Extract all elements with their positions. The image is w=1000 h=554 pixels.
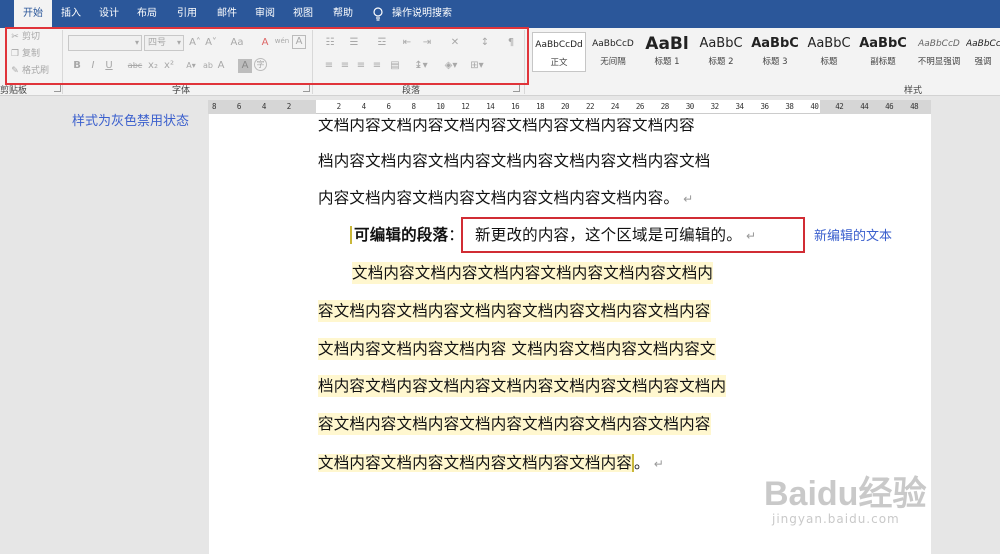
ruler-tick-label: 34 <box>735 102 745 111</box>
ruler-tick-label: 6 <box>236 102 242 111</box>
ribbon-tab-bar: 开始 插入 设计 布局 引用 邮件 审阅 视图 帮助 操作说明搜索 <box>0 0 1000 29</box>
style-subtitle[interactable]: AaBbC 副标题 <box>856 32 910 72</box>
ruler-tick-label: 38 <box>785 102 794 111</box>
ruler-tick-label: 2 <box>336 102 342 111</box>
tab-help[interactable]: 帮助 <box>328 0 358 28</box>
ruler-tick-label: 2 <box>286 102 292 111</box>
ruler-tick-label: 14 <box>486 102 495 111</box>
font-launcher[interactable] <box>303 85 310 92</box>
paragraph-mark-icon: ↵ <box>653 457 664 471</box>
ruler-tick-label: 46 <box>885 102 894 111</box>
tab-mailings[interactable]: 邮件 <box>212 0 242 28</box>
tab-review[interactable]: 审阅 <box>250 0 280 28</box>
style-emphasis[interactable]: AaBbCc 强调 <box>966 32 1000 72</box>
ruler-tick-label: 42 <box>835 102 844 111</box>
ruler-tick-label: 4 <box>361 102 367 111</box>
ruler-tick-label: 48 <box>910 102 919 111</box>
watermark-url: jingyan.baidu.com <box>772 512 900 526</box>
tab-references[interactable]: 引用 <box>172 0 202 28</box>
ruler-tick-label: 40 <box>810 102 819 111</box>
tab-insert[interactable]: 插入 <box>56 0 86 28</box>
ruler-tick-label: 24 <box>610 102 620 111</box>
disabled-styles-note: 样式为灰色禁用状态 <box>72 114 190 129</box>
ruler-tick-label: 16 <box>511 102 520 111</box>
doc-line[interactable]: 档内容文档内容文档内容文档内容文档内容文档内容文档 <box>318 150 711 172</box>
styles-group-label: 样式 <box>904 86 923 96</box>
doc-line[interactable]: 内容文档内容文档内容文档内容文档内容文档内容。 ↵ <box>318 187 693 209</box>
edited-text-note: 新编辑的文本 <box>814 229 893 244</box>
ruler-tick-label: 30 <box>685 102 695 111</box>
paragraph-launcher[interactable] <box>513 85 520 92</box>
doc-line-editable[interactable]: 文档内容文档内容文档内容 文档内容文档内容文档内容文 <box>318 338 716 360</box>
edited-text-highlight <box>461 217 805 253</box>
ruler-tick-label: 4 <box>261 102 267 111</box>
tab-view[interactable]: 视图 <box>288 0 318 28</box>
style-subtle-emphasis[interactable]: AaBbCcD 不明显强调 <box>912 32 966 72</box>
ruler-tick-label: 18 <box>536 102 545 111</box>
baidu-watermark: Baidu经验 <box>764 475 927 513</box>
ruler-tick-label: 28 <box>660 102 670 111</box>
tell-me-search[interactable]: 操作说明搜索 <box>390 0 454 28</box>
style-normal[interactable]: AaBbCcDd 正文 <box>532 32 586 72</box>
lightbulb-icon <box>373 7 383 21</box>
style-heading-3[interactable]: AaBbC 标题 3 <box>748 32 802 72</box>
ruler-tick-label: 6 <box>386 102 392 111</box>
doc-line-editable[interactable]: 容文档内容文档内容文档内容文档内容文档内容文档内容 <box>318 300 711 322</box>
ruler-tick-label: 44 <box>860 102 869 111</box>
tab-design[interactable]: 设计 <box>94 0 124 28</box>
style-no-spacing[interactable]: AaBbCcD 无间隔 <box>586 32 640 72</box>
ruler-tick-label: 36 <box>760 102 769 111</box>
disabled-controls-highlight <box>5 27 529 85</box>
editable-label: 可编辑的段落 <box>350 226 449 244</box>
style-title[interactable]: AaBbC 标题 <box>802 32 856 72</box>
ruler-tick-label: 32 <box>710 102 720 111</box>
ruler-tick-label: 26 <box>635 102 645 111</box>
style-heading-1[interactable]: AaBl 标题 1 <box>640 32 694 72</box>
ruler-tick-label: 10 <box>436 102 445 111</box>
ruler-tick-label: 12 <box>461 102 470 111</box>
horizontal-ruler[interactable]: 8 6 4 2 2 4 6 8 10 12 14 16 18 20 22 24 26 28 30 32 34 36 38 40… <box>208 100 931 114</box>
doc-line-editable[interactable]: 容文档内容文档内容文档内容文档内容文档内容文档内容 <box>318 413 711 435</box>
ruler-tick-label: 20 <box>561 102 570 111</box>
doc-line-editable[interactable]: 文档内容文档内容文档内容文档内容文档内容。 ↵ <box>318 452 664 474</box>
doc-line-editable[interactable]: 文档内容文档内容文档内容文档内容文档内容文档内 <box>352 262 714 284</box>
tab-home[interactable]: 开始 <box>14 0 52 29</box>
doc-line-editable[interactable]: 档内容文档内容文档内容文档内容文档内容文档内容文档内 <box>318 375 727 397</box>
ruler-tick-label: 8 <box>411 102 416 111</box>
ruler-tick-label: 22 <box>585 102 595 111</box>
clipboard-launcher[interactable] <box>54 85 61 92</box>
paragraph-mark-icon: ↵ <box>683 192 694 206</box>
style-heading-2[interactable]: AaBbC 标题 2 <box>694 32 748 72</box>
tab-layout[interactable]: 布局 <box>132 0 162 28</box>
ruler-tick-label: 8 <box>212 102 217 111</box>
